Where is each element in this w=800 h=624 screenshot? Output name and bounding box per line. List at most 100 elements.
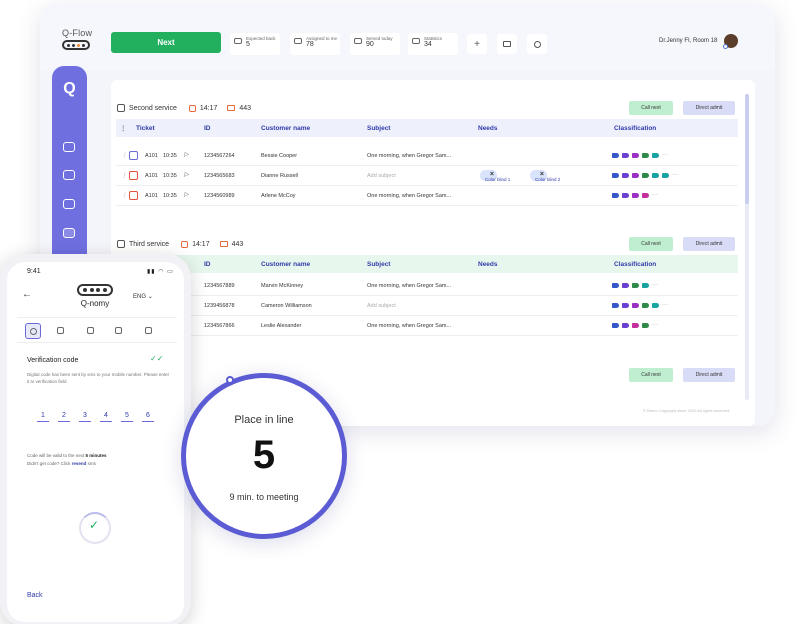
- cloud-icon[interactable]: [63, 142, 75, 152]
- service-icon: [117, 104, 125, 112]
- next-button[interactable]: Next: [111, 32, 221, 53]
- col-customer-name[interactable]: Customer name: [261, 125, 310, 132]
- tag-icon: [612, 173, 619, 178]
- stat-assigned-to-me[interactable]: Assigned to me 78: [290, 33, 340, 55]
- service-header: Second service 14:17 443: [117, 101, 251, 115]
- close-icon[interactable]: ×: [540, 171, 544, 178]
- tag-icon: [622, 323, 629, 328]
- code-digit[interactable]: 4: [100, 412, 112, 422]
- app-logo: Q-Flow: [62, 28, 98, 50]
- table-row[interactable]: ⋮ A101 10:35 ▷ 1234565683 Dianne Russell…: [116, 166, 738, 186]
- tag-icon: [622, 173, 629, 178]
- top-bar: Q-Flow Next Expected back 5 Assigned to …: [40, 4, 775, 70]
- needs-tag[interactable]: Color blind 2 ×: [530, 170, 560, 182]
- folder-user-icon[interactable]: [63, 228, 75, 238]
- stat-value: 78: [306, 41, 314, 48]
- classification-tags: ···: [612, 172, 678, 178]
- table-row[interactable]: 1234567866 Leslie Alexander One morning,…: [116, 316, 738, 336]
- chevron-down-icon: ⌄: [147, 294, 153, 300]
- col-needs[interactable]: Needs: [478, 125, 498, 132]
- code-input[interactable]: 1 2 3 4 5 6: [27, 400, 175, 436]
- stat-statistics[interactable]: Statistics 34: [408, 33, 458, 55]
- code-digit[interactable]: 1: [37, 412, 49, 422]
- customer-id: 1239456878: [204, 303, 235, 309]
- col-id[interactable]: ID: [204, 261, 211, 268]
- direct-admit-button[interactable]: Direct admit: [683, 368, 735, 382]
- tag-icon: [622, 153, 629, 158]
- menu-icon: ⋮: [120, 125, 127, 132]
- code-digit[interactable]: 6: [142, 412, 154, 422]
- code-digit[interactable]: 2: [58, 412, 70, 422]
- language-selector[interactable]: ENG ⌄: [133, 293, 153, 300]
- col-customer-name[interactable]: Customer name: [261, 261, 310, 268]
- customer-id: 1234567866: [204, 323, 235, 329]
- calendar-icon[interactable]: [63, 199, 75, 209]
- stat-expected-back[interactable]: Expected back 5: [230, 33, 280, 55]
- customer-name: Bessie Cooper: [261, 153, 298, 159]
- row-menu-icon[interactable]: ⋮: [121, 172, 127, 179]
- more-icon[interactable]: ···: [662, 152, 668, 158]
- row-menu-icon[interactable]: ⋮: [121, 152, 127, 159]
- service-icon: [117, 240, 125, 248]
- resend-link[interactable]: resend: [72, 461, 87, 466]
- more-icon[interactable]: ···: [662, 302, 668, 308]
- tag-icon: [622, 193, 629, 198]
- play-icon[interactable]: ▷: [184, 191, 189, 198]
- tag-icon: [632, 173, 639, 178]
- tab-id[interactable]: [53, 323, 69, 339]
- table-row[interactable]: 1234567889 Marvin McKinney One morning, …: [116, 276, 738, 296]
- service-time: 14:17: [199, 104, 218, 112]
- stat-served-today[interactable]: Served today 90: [350, 33, 400, 55]
- subject-placeholder[interactable]: Add subject: [367, 303, 396, 309]
- clock-icon: [188, 104, 196, 112]
- col-ticket[interactable]: Ticket: [136, 125, 155, 132]
- tag-icon: [612, 193, 619, 198]
- col-classification[interactable]: Classification: [614, 261, 656, 268]
- back-arrow-icon[interactable]: ←: [22, 289, 32, 300]
- table-row[interactable]: ⋮ A101 10:35 ▷ 1234560989 Arlene McCoy O…: [116, 186, 738, 206]
- play-icon[interactable]: ▷: [184, 151, 189, 158]
- users-icon[interactable]: [63, 170, 75, 180]
- code-digit[interactable]: 5: [121, 412, 133, 422]
- needs-tag[interactable]: Color blind 1 ×: [480, 170, 510, 182]
- direct-admit-button[interactable]: Direct admit: [683, 101, 735, 115]
- phone-frame: 9:41 ▮▮ ◠ ▭ ← Q-nomy ENG ⌄ Verification …: [0, 254, 191, 624]
- col-subject[interactable]: Subject: [367, 125, 390, 132]
- stat-value: 34: [424, 41, 432, 48]
- code-digit[interactable]: 3: [79, 412, 91, 422]
- more-icon[interactable]: ···: [672, 172, 678, 178]
- sidebar-logo[interactable]: Q: [52, 80, 87, 98]
- call-next-button[interactable]: Call next: [629, 368, 673, 382]
- tab-health[interactable]: [83, 323, 99, 339]
- scrollbar-thumb[interactable]: [745, 94, 749, 204]
- row-menu-icon[interactable]: ⋮: [121, 192, 127, 199]
- tag-icon: [632, 153, 639, 158]
- search-icon[interactable]: [527, 34, 547, 54]
- col-subject[interactable]: Subject: [367, 261, 390, 268]
- subject: One morning, when Gregor Sam...: [367, 323, 452, 329]
- col-classification[interactable]: Classification: [614, 125, 656, 132]
- col-needs[interactable]: Needs: [478, 261, 498, 268]
- signal-wifi-battery-icon: ▮▮ ◠ ▭: [147, 269, 174, 275]
- add-button[interactable]: +: [467, 34, 487, 54]
- subject-placeholder[interactable]: Add subject: [367, 173, 396, 179]
- back-button[interactable]: Back: [27, 592, 43, 599]
- close-icon[interactable]: ×: [490, 171, 494, 178]
- tab-user[interactable]: [25, 323, 41, 339]
- tab-document[interactable]: [111, 323, 127, 339]
- table-row[interactable]: ⋮ A101 10:35 ▷ 1234567264 Bessie Cooper …: [116, 146, 738, 166]
- call-next-button[interactable]: Call next: [629, 101, 673, 115]
- table-row[interactable]: 1239456878 Cameron Williamson Add subjec…: [116, 296, 738, 316]
- tab-calendar[interactable]: [141, 323, 157, 339]
- heart-icon: [87, 327, 94, 334]
- more-icon[interactable]: ···: [652, 322, 658, 328]
- monitor-icon[interactable]: [497, 34, 517, 54]
- call-next-button[interactable]: Call next: [629, 237, 673, 251]
- more-icon[interactable]: ···: [652, 282, 658, 288]
- phone-clock: 9:41: [27, 268, 41, 275]
- more-icon[interactable]: ···: [652, 192, 658, 198]
- document-icon: [115, 327, 122, 334]
- play-icon[interactable]: ▷: [184, 171, 189, 178]
- direct-admit-button[interactable]: Direct admit: [683, 237, 735, 251]
- col-id[interactable]: ID: [204, 125, 211, 132]
